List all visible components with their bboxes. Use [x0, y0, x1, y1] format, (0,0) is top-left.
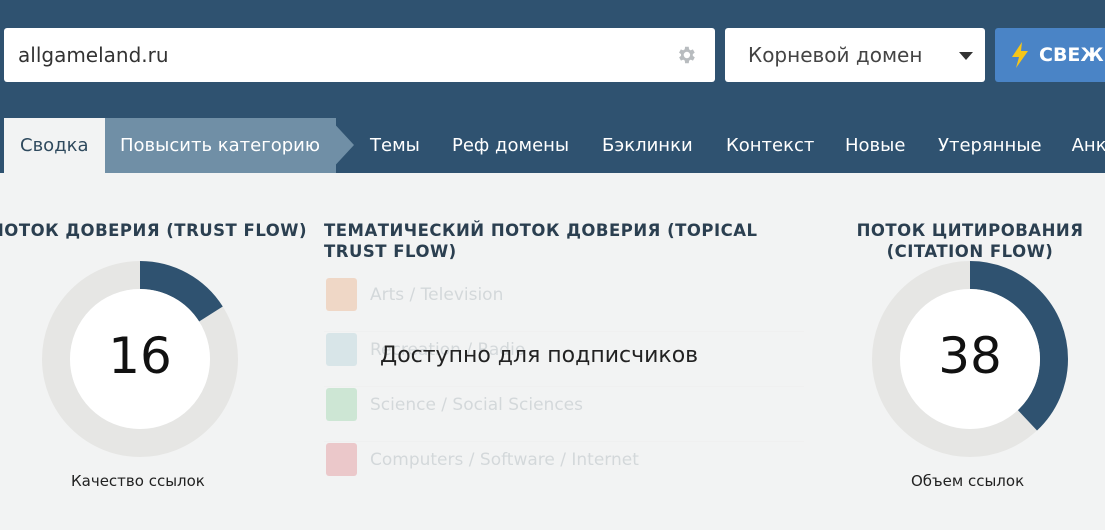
topic-swatch	[326, 388, 357, 421]
citation-title-line1: ПОТОК ЦИТИРОВАНИЯ	[856, 221, 1084, 240]
topic-list: Arts / Television Recreation / Radio Sci…	[324, 277, 804, 497]
chevron-down-icon	[959, 52, 973, 60]
scope-select-value: Корневой домен	[748, 43, 923, 67]
gear-icon[interactable]	[675, 44, 697, 66]
search-input[interactable]	[18, 28, 658, 82]
topical-title-line2: TRUST FLOW)	[324, 242, 457, 261]
tab-topics[interactable]: Темы	[370, 118, 420, 173]
trust-flow-caption: Качество ссылок	[71, 472, 205, 490]
topic-swatch	[326, 278, 357, 311]
tab-new[interactable]: Новые	[845, 118, 905, 173]
tab-lost-label: Утерянные	[938, 135, 1042, 156]
scope-select[interactable]: Корневой домен	[725, 28, 985, 82]
topic-row: Computers / Software / Internet	[324, 442, 804, 497]
topic-label: Computers / Software / Internet	[370, 450, 639, 470]
fresh-index-label: СВЕЖИЙ	[1039, 44, 1105, 66]
topic-label: Science / Social Sciences	[370, 395, 583, 415]
trust-flow-value: 16	[108, 327, 172, 385]
tab-context[interactable]: Контекст	[726, 118, 814, 173]
lightning-icon	[1012, 42, 1028, 68]
tab-summary[interactable]: Сводка	[4, 118, 105, 173]
tab-anchors[interactable]: Анкоры	[1072, 135, 1105, 156]
trust-flow-title: ПОТОК ДОВЕРИЯ (TRUST FLOW)	[0, 221, 308, 240]
citation-flow-caption: Объем ссылок	[911, 472, 1025, 490]
topic-row: Arts / Television	[324, 277, 804, 332]
fresh-index-button[interactable]: СВЕЖИЙ	[995, 28, 1105, 82]
search-box[interactable]	[4, 28, 715, 82]
topic-swatch	[326, 333, 357, 366]
topic-row: Science / Social Sciences	[324, 387, 804, 442]
citation-flow-title: ПОТОК ЦИТИРОВАНИЯ (CITATION FLOW)	[850, 220, 1090, 262]
subscribers-only-notice: Доступно для подписчиков	[380, 343, 699, 368]
topical-trust-flow-title: ТЕМАТИЧЕСКИЙ ПОТОК ДОВЕРИЯ (TOPICAL TRUS…	[324, 220, 758, 262]
citation-flow-value: 38	[938, 327, 1002, 385]
tab-lost[interactable]: Утерянные Анкоры	[938, 118, 1105, 173]
topic-swatch	[326, 443, 357, 476]
topical-title-line1: ТЕМАТИЧЕСКИЙ ПОТОК ДОВЕРИЯ (TOPICAL	[324, 221, 758, 240]
tab-upgrade[interactable]: Повысить категорию	[105, 118, 336, 173]
nav-tabs: Сводка Повысить категорию Темы Реф домен…	[0, 118, 1105, 173]
topic-label: Arts / Television	[370, 285, 504, 305]
tab-ref-domains[interactable]: Реф домены	[452, 118, 569, 173]
tab-backlinks[interactable]: Бэклинки	[602, 118, 693, 173]
